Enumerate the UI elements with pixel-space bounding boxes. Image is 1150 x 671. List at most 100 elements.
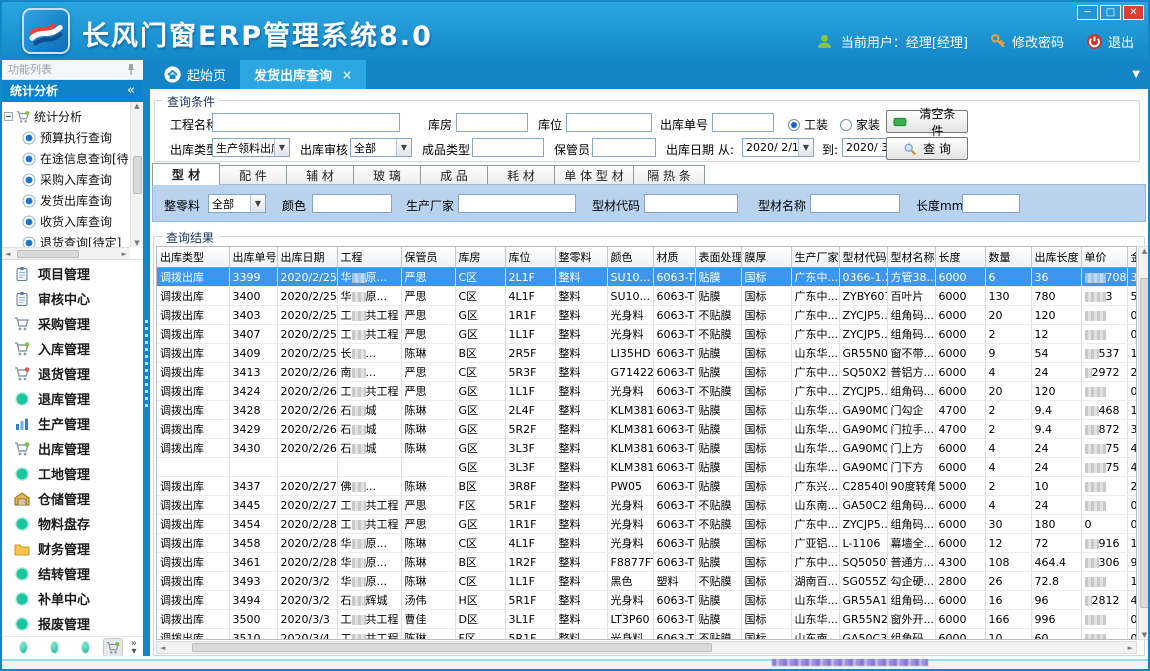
column-header-出库类型[interactable]: 出库类型	[157, 247, 229, 268]
date-from-picker[interactable]: 2020/ 2/16▼	[742, 138, 814, 157]
maximize-button[interactable]: □	[1100, 5, 1121, 20]
sidebar-item-生产管理[interactable]: 生产管理	[2, 411, 143, 436]
tab-close-icon[interactable]: ×	[342, 68, 352, 82]
material-tab-辅材[interactable]: 辅 材	[286, 165, 354, 185]
table-row[interactable]: 调拨出库35102020/3/4工共工程陈琳F区5R1F整料光身料6063-T5…	[157, 629, 1137, 641]
table-row[interactable]: 调拨出库33992020/2/25华原...严思C区2L1F整料SU10...6…	[157, 268, 1137, 287]
scroll-right-icon[interactable]: ►	[1125, 644, 1136, 652]
tree-horizontal-scrollbar[interactable]: ◄ ►	[2, 247, 130, 259]
table-row[interactable]: 调拨出库34072020/2/25工共工程严思G区1L1F整料光身料6063-T…	[157, 325, 1137, 344]
sidebar-item-物料盘存[interactable]: 物料盘存	[2, 511, 143, 536]
tree-item-在途信息查询[待[interactable]: 在途信息查询[待	[4, 148, 129, 169]
tree-collapse-icon[interactable]	[4, 112, 13, 121]
column-header-出库日期[interactable]: 出库日期	[277, 247, 337, 268]
sidebar-section-statistics[interactable]: 统计分析 «	[2, 80, 143, 102]
sidebar-item-结转管理[interactable]: 结转管理	[2, 561, 143, 586]
table-row[interactable]: 调拨出库34292020/2/26石城陈琳G区5R2F整料KLM38176063…	[157, 420, 1137, 439]
material-tab-单体型材[interactable]: 单 体 型 材	[554, 165, 634, 185]
scroll-right-icon[interactable]: ►	[119, 250, 130, 258]
table-row[interactable]: 调拨出库34282020/2/26石城陈琳G区2L4F整料KLM38176063…	[157, 401, 1137, 420]
table-row[interactable]: 调拨出库34092020/2/25长...陈琳B区2R5F整料LI35HD606…	[157, 344, 1137, 363]
color-input[interactable]	[312, 194, 392, 213]
tab-shipping-outbound-query[interactable]: 发货出库查询 ×	[240, 60, 366, 89]
sidebar-item-采购管理[interactable]: 采购管理	[2, 311, 143, 336]
order-no-input[interactable]	[712, 113, 774, 132]
table-row[interactable]: 调拨出库34942020/3/2石辉城汤伟H区5R1F整料光身料6063-T5贴…	[157, 591, 1137, 610]
table-row[interactable]: 调拨出库34302020/2/26石城陈琳G区3L3F整料KLM38176063…	[157, 439, 1137, 458]
profile-name-input[interactable]	[810, 194, 900, 213]
location-input[interactable]	[566, 113, 652, 132]
tab-home[interactable]: 起始页	[150, 60, 240, 89]
product-type-input[interactable]	[472, 138, 544, 157]
scroll-down-icon[interactable]: ▼	[134, 239, 139, 247]
sidebar-item-报废管理[interactable]: 报废管理	[2, 611, 143, 636]
material-tab-耗材[interactable]: 耗 材	[487, 165, 555, 185]
tree-item-采购入库查询[interactable]: 采购入库查询	[4, 169, 129, 190]
table-row[interactable]: 调拨出库35002020/3/3工共工程曹佳D区3L1F整料LT3P606063…	[157, 610, 1137, 629]
sidebar-item-退库管理[interactable]: 退库管理	[2, 386, 143, 411]
table-row[interactable]: 调拨出库34242020/2/26工共工程严思G区1L1F整料光身料6063-T…	[157, 382, 1137, 401]
table-row[interactable]: 调拨出库34452020/2/27工共工程严思F区5R1F整料光身料6063-T…	[157, 496, 1137, 515]
table-horizontal-scrollbar[interactable]: ◄ ►	[156, 641, 1137, 654]
column-header-颜色[interactable]: 颜色	[607, 247, 653, 268]
sidebar-item-退货管理[interactable]: 退货管理	[2, 361, 143, 386]
scroll-left-icon[interactable]: ◄	[157, 644, 168, 652]
column-header-库房[interactable]: 库房	[455, 247, 505, 268]
tree-item-预算执行查询[interactable]: 预算执行查询	[4, 127, 129, 148]
sidebar-item-审核中心[interactable]: 审核中心	[2, 286, 143, 311]
footer-cart-button[interactable]	[103, 638, 123, 657]
clear-conditions-button[interactable]: 清空条件	[886, 110, 968, 133]
tree-root-statistics[interactable]: 统计分析	[4, 106, 129, 127]
scroll-left-icon[interactable]: ◄	[2, 250, 13, 258]
warehouse-input[interactable]	[456, 113, 528, 132]
sidebar-item-工地管理[interactable]: 工地管理	[2, 461, 143, 486]
collapse-icon[interactable]: «	[127, 80, 135, 102]
material-tab-隔热条[interactable]: 隔 热 条	[633, 165, 705, 185]
column-header-长度[interactable]: 长度	[935, 247, 985, 268]
sidebar-splitter[interactable]	[143, 60, 150, 658]
radio-gongzhuang[interactable]: 工装	[788, 116, 828, 133]
column-header-整零料[interactable]: 整零料	[555, 247, 607, 268]
close-button[interactable]: ✕	[1123, 5, 1144, 20]
radio-jiazhuang[interactable]: 家装	[840, 116, 880, 133]
tab-list-dropdown-icon[interactable]: ▼	[1132, 69, 1140, 80]
material-tab-成品[interactable]: 成 品	[420, 165, 488, 185]
scroll-down-icon[interactable]: ▼	[1142, 631, 1147, 639]
scroll-up-icon[interactable]: ▲	[1142, 247, 1147, 255]
sidebar-item-项目管理[interactable]: 项目管理	[2, 261, 143, 286]
table-row[interactable]: 调拨出库34002020/2/25华原...严思C区4L1F整料SU10...6…	[157, 287, 1137, 306]
table-row[interactable]: 调拨出库34612020/2/28华原...陈琳B区1R2F整料F8877FT6…	[157, 553, 1137, 572]
footer-circle-icon[interactable]	[19, 641, 28, 654]
table-row[interactable]: 调拨出库34932020/3/2华原...陈琳C区1L1F整料黑色塑料不贴膜国标…	[157, 572, 1137, 591]
column-header-材质[interactable]: 材质	[653, 247, 695, 268]
search-button[interactable]: 查 询	[886, 137, 968, 160]
table-row[interactable]: 调拨出库34372020/2/27佛...陈琳B区3R8F整料PW056063-…	[157, 477, 1137, 496]
column-header-膜厚[interactable]: 膜厚	[741, 247, 791, 268]
column-header-出库单号[interactable]: 出库单号	[229, 247, 277, 268]
pin-icon[interactable]	[125, 63, 137, 76]
footer-more-button[interactable]: »▾	[131, 640, 137, 656]
column-header-生产厂家[interactable]: 生产厂家	[791, 247, 839, 268]
table-row[interactable]: 调拨出库34582020/2/28华原...陈琳C区4L1F整料光身料6063-…	[157, 534, 1137, 553]
tree-item-发货出库查询[interactable]: 发货出库查询	[4, 190, 129, 211]
outbound-type-combo[interactable]: 生产领料出库▼	[212, 138, 290, 157]
material-tab-型材[interactable]: 型 材	[152, 163, 220, 185]
footer-circle-icon[interactable]	[50, 641, 59, 654]
material-tab-配件[interactable]: 配 件	[219, 165, 287, 185]
column-header-出库长度[interactable]: 出库长度	[1031, 247, 1081, 268]
change-password-button[interactable]: 修改密码	[990, 32, 1064, 51]
minimize-button[interactable]: ─	[1077, 5, 1098, 20]
column-header-数量[interactable]: 数量	[985, 247, 1031, 268]
logout-button[interactable]: 退出	[1086, 32, 1134, 51]
sidebar-item-财务管理[interactable]: 财务管理	[2, 536, 143, 561]
column-header-型材名称[interactable]: 型材名称	[887, 247, 935, 268]
table-row[interactable]: 调拨出库34542020/2/28工共工程严思G区1R1F整料光身料6063-T…	[157, 515, 1137, 534]
column-header-保管员[interactable]: 保管员	[401, 247, 455, 268]
tree-item-收货入库查询[interactable]: 收货入库查询	[4, 211, 129, 232]
scroll-up-icon[interactable]: ▲	[134, 102, 139, 110]
sidebar-item-仓储管理[interactable]: 仓储管理	[2, 486, 143, 511]
profile-code-input[interactable]	[644, 194, 738, 213]
column-header-库位[interactable]: 库位	[505, 247, 555, 268]
column-header-工程[interactable]: 工程	[337, 247, 401, 268]
length-input[interactable]	[962, 194, 1020, 213]
